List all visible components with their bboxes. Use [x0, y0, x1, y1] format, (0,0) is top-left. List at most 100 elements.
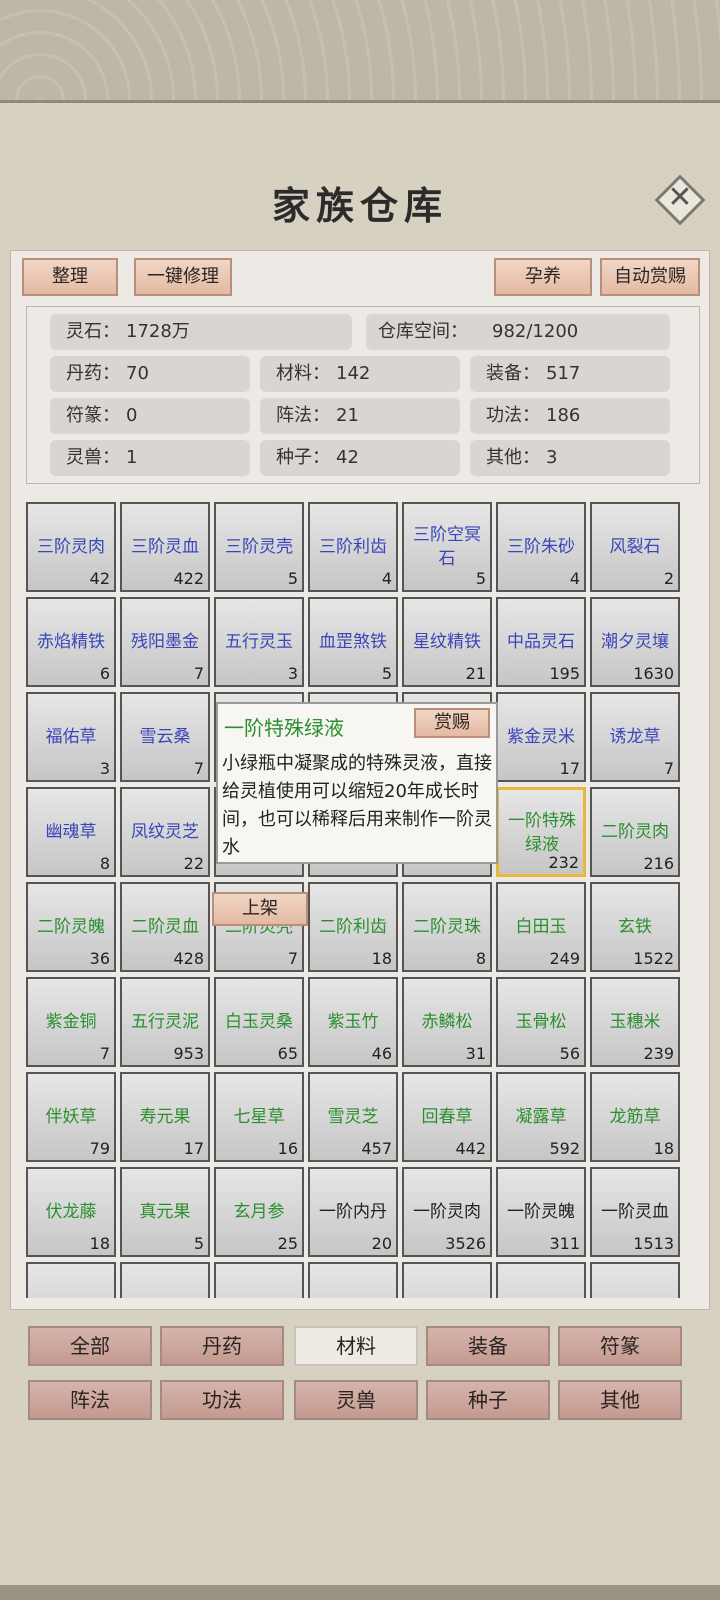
item-cell[interactable]: 三阶灵血 422	[120, 502, 210, 592]
item-count: 5	[287, 569, 298, 588]
auto-reward-button[interactable]: 自动赏赐	[600, 258, 700, 296]
list-for-sale-button[interactable]: 上架	[212, 892, 308, 926]
item-cell[interactable]: 二阶灵血 428	[120, 882, 210, 972]
reward-button[interactable]: 赏赐	[414, 708, 490, 738]
item-cell[interactable]: 二阶利齿 18	[308, 882, 398, 972]
item-cell[interactable]: 玉骨松 56	[496, 977, 586, 1067]
item-cell[interactable]	[120, 1262, 210, 1298]
item-cell[interactable]: 一阶灵肉 3526	[402, 1167, 492, 1257]
item-cell[interactable]: 一阶内丹 20	[308, 1167, 398, 1257]
item-cell[interactable]: 寿元果 17	[120, 1072, 210, 1162]
category-tab[interactable]: 灵兽	[294, 1380, 418, 1420]
item-cell[interactable]: 七星草 16	[214, 1072, 304, 1162]
close-button[interactable]: ✕	[654, 174, 706, 226]
item-count: 239	[643, 1044, 674, 1063]
page-title: 家族仓库	[271, 183, 448, 228]
item-count: 3	[99, 759, 110, 778]
item-count: 17	[183, 1139, 204, 1158]
item-cell[interactable]: 玄铁 1522	[590, 882, 680, 972]
item-cell[interactable]: 星纹精铁 21	[402, 597, 492, 687]
item-cell[interactable]	[26, 1262, 116, 1298]
category-tab[interactable]: 功法	[160, 1380, 284, 1420]
category-tab[interactable]: 装备	[426, 1326, 550, 1366]
popup-item-name: 一阶特殊绿液	[224, 716, 344, 740]
item-cell[interactable]: 五行灵玉 3	[214, 597, 304, 687]
item-cell[interactable]: 紫金灵米 17	[496, 692, 586, 782]
item-count: 6	[99, 664, 110, 683]
item-cell[interactable]: 残阳墨金 7	[120, 597, 210, 687]
item-name	[28, 1264, 114, 1298]
item-count: 4	[569, 569, 580, 588]
item-cell[interactable]: 雪灵芝 457	[308, 1072, 398, 1162]
repair-all-button[interactable]: 一键修理	[134, 258, 232, 296]
item-count: 1630	[633, 664, 674, 683]
item-grid: 三阶灵肉 42 三阶灵血 422 三阶灵壳 5 三阶利齿 4 三阶空冥石 5 三阶朱砂 4 风裂石 2 赤焰…	[26, 502, 698, 1298]
item-count: 31	[465, 1044, 486, 1063]
item-cell[interactable]: 三阶灵壳 5	[214, 502, 304, 592]
item-count: 7	[193, 664, 204, 683]
category-tab[interactable]: 符篆	[558, 1326, 682, 1366]
item-cell[interactable]: 紫玉竹 46	[308, 977, 398, 1067]
item-count: 7	[99, 1044, 110, 1063]
item-cell[interactable]: 血罡煞铁 5	[308, 597, 398, 687]
item-cell[interactable]	[496, 1262, 586, 1298]
item-cell[interactable]: 赤焰精铁 6	[26, 597, 116, 687]
item-cell[interactable]: 玄月参 25	[214, 1167, 304, 1257]
item-cell[interactable]: 紫金铜 7	[26, 977, 116, 1067]
category-tab[interactable]: 全部	[28, 1326, 152, 1366]
item-cell[interactable]: 幽魂草 8	[26, 787, 116, 877]
category-tab[interactable]: 其他	[558, 1380, 682, 1420]
item-cell[interactable]: 回春草 442	[402, 1072, 492, 1162]
item-count: 3526	[445, 1234, 486, 1253]
item-cell[interactable]: 福佑草 3	[26, 692, 116, 782]
item-cell[interactable]: 潮夕灵壤 1630	[590, 597, 680, 687]
item-cell[interactable]: 三阶利齿 4	[308, 502, 398, 592]
item-count: 36	[89, 949, 110, 968]
item-cell[interactable]: 诱龙草 7	[590, 692, 680, 782]
stat-talisman: 符篆： 0	[50, 398, 250, 434]
item-cell[interactable]: 凤纹灵芝 22	[120, 787, 210, 877]
item-cell[interactable]: 龙筋草 18	[590, 1072, 680, 1162]
item-cell[interactable]: 一阶特殊绿液 232	[496, 787, 586, 877]
item-cell[interactable]: 真元果 5	[120, 1167, 210, 1257]
item-cell[interactable]	[308, 1262, 398, 1298]
stat-capacity: 仓库空间： 982/1200	[366, 314, 670, 350]
item-cell[interactable]: 中品灵石 195	[496, 597, 586, 687]
item-cell[interactable]: 五行灵泥 953	[120, 977, 210, 1067]
category-tab[interactable]: 丹药	[160, 1326, 284, 1366]
item-count: 1522	[633, 949, 674, 968]
item-cell[interactable]: 伴妖草 79	[26, 1072, 116, 1162]
item-cell[interactable]	[402, 1262, 492, 1298]
item-cell[interactable]: 三阶朱砂 4	[496, 502, 586, 592]
item-cell[interactable]: 赤鳞松 31	[402, 977, 492, 1067]
item-count: 7	[663, 759, 674, 778]
item-count: 7	[193, 759, 204, 778]
stat-beast: 灵兽： 1	[50, 440, 250, 476]
item-cell[interactable]: 凝露草 592	[496, 1072, 586, 1162]
category-tab[interactable]: 种子	[426, 1380, 550, 1420]
item-count: 22	[183, 854, 204, 873]
item-cell[interactable]	[214, 1262, 304, 1298]
item-cell[interactable]: 玉穗米 239	[590, 977, 680, 1067]
category-tab[interactable]: 阵法	[28, 1380, 152, 1420]
item-cell[interactable]: 三阶空冥石 5	[402, 502, 492, 592]
item-count: 1513	[633, 1234, 674, 1253]
item-cell[interactable]: 二阶灵肉 216	[590, 787, 680, 877]
item-cell[interactable]: 白玉灵桑 65	[214, 977, 304, 1067]
item-cell[interactable]: 伏龙藤 18	[26, 1167, 116, 1257]
item-cell[interactable]: 二阶灵魄 36	[26, 882, 116, 972]
item-cell[interactable]	[590, 1262, 680, 1298]
item-cell[interactable]: 白田玉 249	[496, 882, 586, 972]
item-count: 311	[549, 1234, 580, 1253]
item-count: 428	[173, 949, 204, 968]
stat-pill: 丹药： 70	[50, 356, 250, 392]
item-cell[interactable]: 三阶灵肉 42	[26, 502, 116, 592]
sort-button[interactable]: 整理	[22, 258, 118, 296]
item-cell[interactable]: 风裂石 2	[590, 502, 680, 592]
item-cell[interactable]: 一阶灵魄 311	[496, 1167, 586, 1257]
category-tab[interactable]: 材料	[294, 1326, 418, 1366]
nurture-button[interactable]: 孕养	[494, 258, 592, 296]
item-cell[interactable]: 二阶灵珠 8	[402, 882, 492, 972]
item-cell[interactable]: 雪云桑 7	[120, 692, 210, 782]
item-cell[interactable]: 一阶灵血 1513	[590, 1167, 680, 1257]
